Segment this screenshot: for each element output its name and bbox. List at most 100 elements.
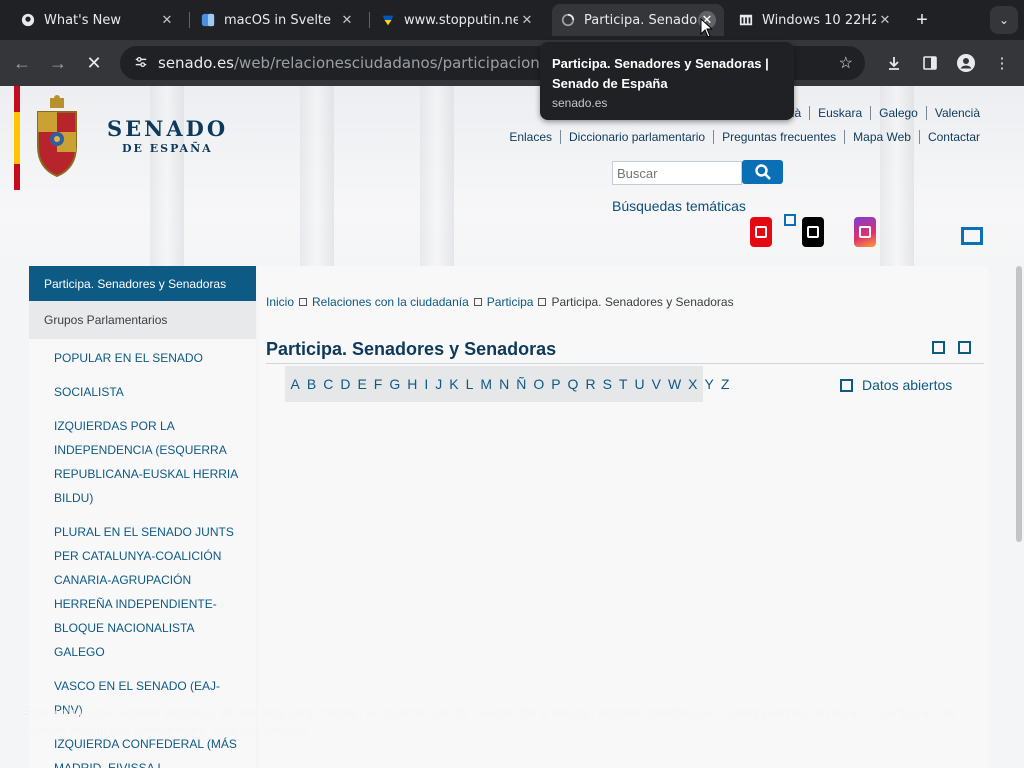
letter-link[interactable]: G: [389, 376, 400, 392]
spain-flag-stripe: [14, 86, 20, 190]
finder-icon: [200, 12, 216, 28]
letter-link[interactable]: D: [340, 376, 350, 392]
sidebar: Participa. Senadores y Senadoras Grupos …: [29, 266, 256, 768]
ukraine-flag-icon: [380, 12, 396, 28]
lang-galego[interactable]: Galego: [870, 106, 926, 120]
close-tab-icon[interactable]: ✕: [518, 11, 536, 29]
letter-link[interactable]: W: [668, 376, 681, 392]
kebab-menu-icon[interactable]: ⋮: [990, 51, 1014, 75]
thematic-search-link[interactable]: Búsquedas temáticas: [612, 198, 746, 214]
letter-link[interactable]: X: [688, 376, 697, 392]
letter-link[interactable]: O: [533, 376, 544, 392]
open-data-link[interactable]: Datos abiertos: [840, 377, 952, 393]
link-diccionario[interactable]: Diccionario parlamentario: [560, 130, 713, 144]
tab-windows-10[interactable]: Windows 10 22H2 ✕: [730, 4, 902, 36]
mouse-cursor-icon: [700, 18, 712, 38]
brand-name[interactable]: SENADO: [107, 116, 228, 141]
tab-title: macOS in Svelte: [224, 12, 332, 28]
sidebar-item-participa[interactable]: Participa. Senadores y Senadoras: [29, 266, 256, 301]
letter-link[interactable]: F: [374, 376, 383, 392]
print-icon[interactable]: [932, 341, 945, 354]
loading-icon: [560, 12, 576, 28]
breadcrumb-inicio[interactable]: Inicio: [266, 295, 294, 309]
tab-whats-new[interactable]: What's New ✕: [12, 4, 184, 36]
brand-subtitle: DE ESPAÑA: [122, 142, 213, 155]
sidebar-item-popular[interactable]: POPULAR EN EL SENADO: [54, 346, 244, 370]
sidebar-item-izquierdas[interactable]: IZQUIERDAS POR LA INDEPENDENCIA (ESQUERR…: [54, 414, 244, 510]
letter-link[interactable]: B: [307, 376, 316, 392]
forward-arrow-icon[interactable]: →: [46, 51, 70, 75]
link-mapa-web[interactable]: Mapa Web: [844, 130, 919, 144]
letter-link[interactable]: Z: [721, 376, 730, 392]
close-tab-icon[interactable]: ✕: [876, 11, 894, 29]
letter-link[interactable]: S: [603, 376, 612, 392]
letter-link[interactable]: I: [424, 376, 428, 392]
coat-of-arms-logo[interactable]: [32, 94, 82, 178]
back-arrow-icon[interactable]: ←: [10, 51, 34, 75]
site-info-icon[interactable]: [134, 55, 154, 72]
close-tab-icon[interactable]: ✕: [158, 11, 176, 29]
sidebar-group-grupos[interactable]: Grupos Parlamentarios: [29, 301, 256, 339]
breadcrumb: Inicio Relaciones con la ciudadanía Part…: [266, 295, 734, 309]
tab-title: What's New: [44, 12, 121, 28]
letter-link[interactable]: A: [291, 376, 300, 392]
tiktok-icon[interactable]: [802, 217, 824, 247]
tab-search-chevron-icon[interactable]: ⌄: [990, 6, 1018, 34]
letter-link[interactable]: J: [435, 376, 442, 392]
letter-link[interactable]: U: [634, 376, 644, 392]
search-button[interactable]: [742, 160, 783, 184]
letter-link[interactable]: M: [480, 376, 492, 392]
breadcrumb-separator: [538, 298, 547, 306]
letter-link[interactable]: Y: [705, 376, 714, 392]
profile-avatar-icon[interactable]: [954, 51, 978, 75]
letter-link[interactable]: Ñ: [516, 376, 526, 392]
lang-valencia[interactable]: Valencià: [925, 106, 988, 120]
accessibility-icon[interactable]: [961, 227, 983, 245]
letter-link[interactable]: N: [499, 376, 509, 392]
letter-link[interactable]: E: [357, 376, 366, 392]
column-decoration: [420, 86, 454, 266]
url-text: senado.es/web/relacionesciudadanos/parti…: [158, 54, 590, 72]
youtube-icon[interactable]: [750, 217, 772, 247]
site-search-input[interactable]: [612, 161, 742, 185]
bookmark-star-icon[interactable]: ☆: [839, 53, 853, 73]
instagram-icon[interactable]: [854, 217, 876, 247]
stop-loading-icon[interactable]: ✕: [82, 51, 106, 75]
web-page: SENADO DE ESPAÑA Català Euskara Galego V…: [0, 86, 1024, 768]
link-preguntas[interactable]: Preguntas frecuentes: [713, 130, 844, 144]
letter-link[interactable]: T: [619, 376, 628, 392]
close-tab-icon[interactable]: ✕: [338, 11, 356, 29]
letter-link[interactable]: L: [466, 376, 474, 392]
breadcrumb-relaciones[interactable]: Relaciones con la ciudadanía: [312, 295, 469, 309]
letter-link[interactable]: H: [407, 376, 417, 392]
sidebar-item-plural[interactable]: PLURAL EN EL SENADO JUNTS PER CATALUNYA-…: [54, 520, 244, 664]
page-scrollbar[interactable]: [1016, 266, 1022, 542]
tab-participa-senado[interactable]: Participa. Senadores y Senadoras ✕: [552, 4, 724, 36]
sidebar-item-socialista[interactable]: SOCIALISTA: [54, 380, 244, 404]
letter-link[interactable]: V: [652, 376, 661, 392]
side-panel-icon[interactable]: [918, 51, 942, 75]
link-enlaces[interactable]: Enlaces: [501, 130, 560, 144]
new-tab-icon[interactable]: +: [910, 8, 934, 32]
github-icon: [20, 12, 36, 28]
tab-strip: What's New ✕ macOS in Svelte ✕ www.stopp…: [0, 0, 1024, 40]
page-title: Participa. Senadores y Senadoras: [266, 339, 557, 359]
link-contactar[interactable]: Contactar: [918, 130, 988, 144]
quick-links: Enlaces Diccionario parlamentario Pregun…: [501, 130, 988, 144]
tab-macos-in-svelte[interactable]: macOS in Svelte ✕: [192, 4, 364, 36]
x-twitter-icon[interactable]: [784, 214, 796, 226]
tab-title: www.stopputin.net: [404, 12, 518, 28]
letter-link[interactable]: P: [551, 376, 560, 392]
breadcrumb-participa[interactable]: Participa: [487, 295, 534, 309]
tab-stopputin[interactable]: www.stopputin.net ✕: [372, 4, 544, 36]
column-decoration: [150, 86, 184, 266]
share-icon[interactable]: [958, 341, 971, 354]
download-icon[interactable]: [882, 51, 906, 75]
letter-link[interactable]: R: [585, 376, 595, 392]
alphabet-filter: A B C D E F G H I J K L M N Ñ O P Q R S …: [285, 366, 729, 402]
lang-euskara[interactable]: Euskara: [809, 106, 870, 120]
letter-link[interactable]: K: [449, 376, 458, 392]
letter-link[interactable]: C: [323, 376, 333, 392]
search-icon: [754, 164, 771, 180]
letter-link[interactable]: Q: [568, 376, 579, 392]
